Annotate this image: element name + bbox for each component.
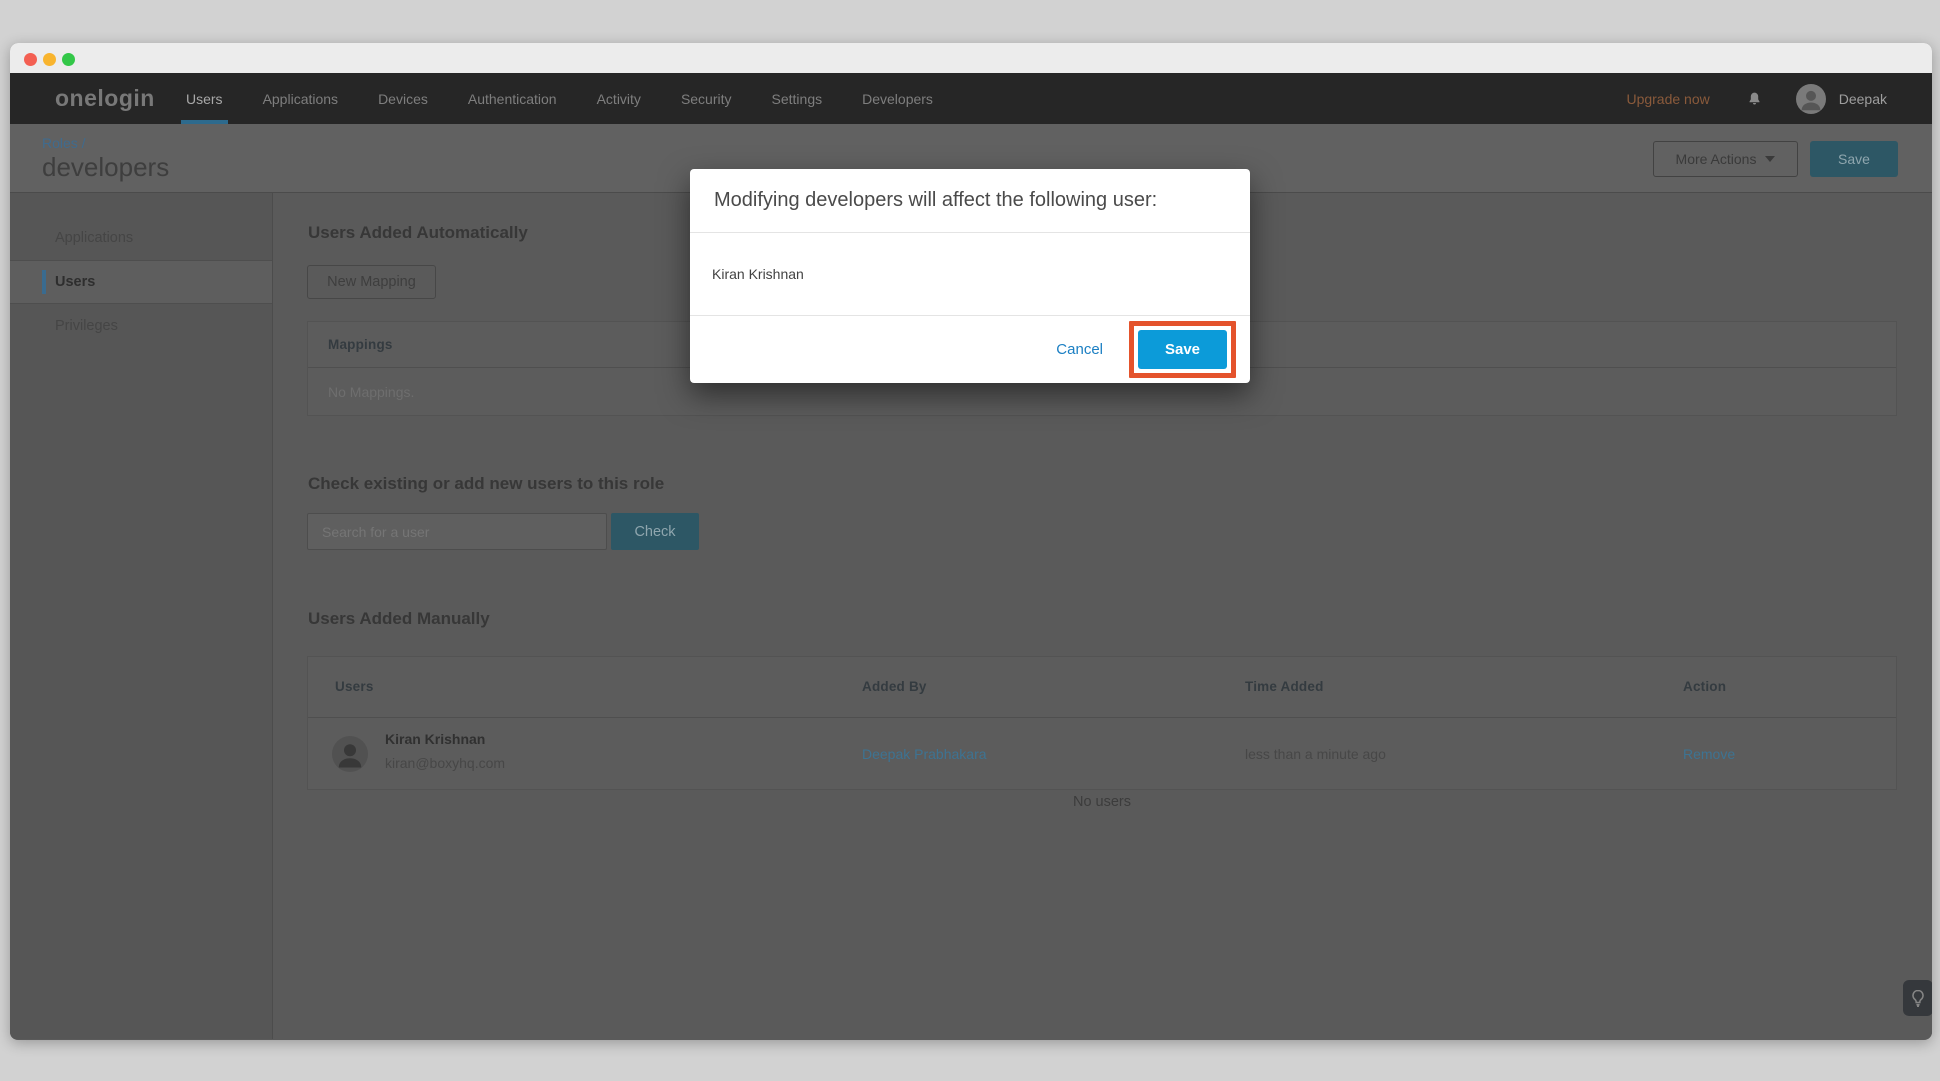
users-added-manually-heading: Users Added Manually <box>308 609 490 629</box>
modal-footer: Cancel Save <box>690 316 1250 382</box>
new-mapping-button[interactable]: New Mapping <box>307 265 436 299</box>
person-icon <box>1796 84 1826 114</box>
column-header-action: Action <box>1683 679 1726 694</box>
more-actions-button[interactable]: More Actions <box>1653 141 1798 177</box>
notifications-bell-icon[interactable] <box>1746 90 1763 108</box>
user-name-label[interactable]: Deepak <box>1839 91 1887 107</box>
manual-users-table: Users Added By Time Added Action Kiran K… <box>307 656 1897 790</box>
confirm-modal: Modifying developers will affect the fol… <box>690 169 1250 383</box>
sidebar-item-privileges[interactable]: Privileges <box>10 304 272 348</box>
users-added-automatically-heading: Users Added Automatically <box>308 223 528 243</box>
primary-nav: Users Applications Devices Authenticatio… <box>186 73 933 124</box>
lightbulb-icon <box>1911 989 1925 1007</box>
page-title: developers <box>42 152 169 183</box>
help-lightbulb-button[interactable] <box>1903 980 1932 1016</box>
nav-item-authentication[interactable]: Authentication <box>468 73 557 124</box>
modal-save-button[interactable]: Save <box>1138 330 1227 369</box>
close-window-button[interactable] <box>24 53 37 66</box>
modal-affected-user: Kiran Krishnan <box>690 233 1250 316</box>
check-button[interactable]: Check <box>611 513 699 550</box>
more-actions-label: More Actions <box>1676 151 1757 167</box>
no-users-text: No users <box>307 794 1897 810</box>
nav-right-cluster: Upgrade now Deepak <box>1626 73 1932 124</box>
table-row: Kiran Krishnan kiran@boxyhq.com Deepak P… <box>308 717 1896 789</box>
top-navbar: onelogin Users Applications Devices Auth… <box>10 73 1932 124</box>
user-name: Kiran Krishnan <box>385 731 485 747</box>
upgrade-now-link[interactable]: Upgrade now <box>1626 91 1709 107</box>
modal-title-row: Modifying developers will affect the fol… <box>690 169 1250 233</box>
modal-title: Modifying developers will affect the fol… <box>714 189 1157 212</box>
remove-link[interactable]: Remove <box>1683 746 1735 762</box>
breadcrumb-roles-link[interactable]: Roles / <box>42 135 86 151</box>
zoom-window-button[interactable] <box>62 53 75 66</box>
window-titlebar <box>10 43 1932 73</box>
manual-users-table-header: Users Added By Time Added Action <box>308 657 1896 717</box>
role-sidebar: Applications Users Privileges <box>10 193 273 1039</box>
mappings-column-header: Mappings <box>328 337 393 352</box>
added-by-link[interactable]: Deepak Prabhakara <box>862 746 987 762</box>
header-actions: More Actions Save <box>1653 141 1898 177</box>
column-header-users: Users <box>335 679 374 694</box>
nav-item-users[interactable]: Users <box>186 73 223 124</box>
onelogin-logo[interactable]: onelogin <box>55 85 155 112</box>
nav-item-applications[interactable]: Applications <box>263 73 339 124</box>
header-save-button[interactable]: Save <box>1810 141 1898 177</box>
user-email: kiran@boxyhq.com <box>385 755 505 771</box>
search-user-input[interactable] <box>307 513 607 550</box>
user-avatar[interactable] <box>1796 84 1826 114</box>
user-row-avatar <box>332 736 368 772</box>
minimize-window-button[interactable] <box>43 53 56 66</box>
time-added-value: less than a minute ago <box>1245 746 1386 762</box>
person-icon <box>332 736 368 772</box>
nav-item-activity[interactable]: Activity <box>597 73 641 124</box>
nav-item-devices[interactable]: Devices <box>378 73 428 124</box>
column-header-time-added: Time Added <box>1245 679 1324 694</box>
nav-item-security[interactable]: Security <box>681 73 732 124</box>
nav-item-developers[interactable]: Developers <box>862 73 933 124</box>
sidebar-item-applications[interactable]: Applications <box>10 216 272 260</box>
desktop-background: onelogin Users Applications Devices Auth… <box>0 0 1940 1081</box>
check-users-heading: Check existing or add new users to this … <box>308 474 664 494</box>
sidebar-item-users[interactable]: Users <box>10 260 272 304</box>
modal-cancel-button[interactable]: Cancel <box>1056 341 1103 358</box>
column-header-added-by: Added By <box>862 679 927 694</box>
save-highlight-annotation: Save <box>1129 321 1236 378</box>
nav-item-settings[interactable]: Settings <box>772 73 823 124</box>
chevron-down-icon <box>1765 156 1775 162</box>
